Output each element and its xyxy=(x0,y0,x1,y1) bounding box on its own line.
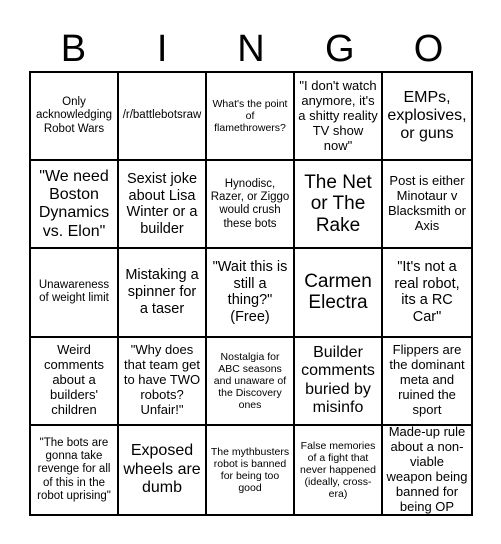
cell-text: The mythbusters robot is banned for bein… xyxy=(210,445,290,494)
bingo-card-grid: Only acknowledging Robot Wars /r/battleb… xyxy=(29,71,473,516)
bingo-cell-o3[interactable]: "It's not a real robot, its a RC Car" xyxy=(383,249,471,338)
bingo-cell-o2[interactable]: Post is either Minotaur v Blacksmith or … xyxy=(383,161,471,250)
bingo-cell-b3[interactable]: Unawareness of weight limit xyxy=(31,249,119,338)
header-letter-o: O xyxy=(413,28,444,70)
bingo-cell-i2[interactable]: Sexist joke about Lisa Winter or a build… xyxy=(119,161,207,250)
cell-text: Made-up rule about a non-viable weapon b… xyxy=(386,425,468,514)
cell-text: Carmen Electra xyxy=(304,270,372,314)
bingo-cell-g5[interactable]: False memories of a fight that never hap… xyxy=(295,425,383,514)
bingo-cell-o1[interactable]: EMPs, explosives, or guns xyxy=(383,73,471,162)
bingo-cell-o4[interactable]: Flippers are the dominant meta and ruine… xyxy=(383,338,471,426)
bingo-cell-g4[interactable]: Builder comments buried by misinfo xyxy=(295,337,383,426)
cell-text: Builder comments buried by misinfo xyxy=(301,343,375,417)
cell-text: The Net or The Rake xyxy=(304,171,372,237)
bingo-cell-o5[interactable]: Made-up rule about a non-viable weapon b… xyxy=(383,426,471,514)
header-letter-i: I xyxy=(156,28,168,70)
cell-text: "Why does that team get to have TWO robo… xyxy=(123,342,201,418)
bingo-cell-free[interactable]: "Wait this is still a thing?" (Free) xyxy=(207,249,295,338)
cell-text: Nostalgia for ABC seasons and unaware of… xyxy=(213,350,287,411)
bingo-cell-n2[interactable]: Hynodisc, Razer, or Ziggo would crush th… xyxy=(207,161,295,250)
cell-text: "The bots are gonna take revenge for all… xyxy=(37,436,111,502)
bingo-header: B I N G O xyxy=(29,26,473,72)
bingo-cell-g1[interactable]: "I don't watch anymore, it's a shitty re… xyxy=(295,73,383,162)
bingo-cell-b1[interactable]: Only acknowledging Robot Wars xyxy=(31,73,119,162)
bingo-cell-b4[interactable]: Weird comments about a builders' childre… xyxy=(31,337,119,426)
cell-text: False memories of a fight that never hap… xyxy=(300,439,376,500)
bingo-cell-i5[interactable]: Exposed wheels are dumb xyxy=(119,425,207,514)
cell-text: /r/battlebotsraw xyxy=(122,109,202,122)
cell-text: Only acknowledging Robot Wars xyxy=(35,96,113,135)
bingo-cell-n5[interactable]: The mythbusters robot is banned for bein… xyxy=(207,425,295,514)
bingo-cell-n1[interactable]: What's the point of flamethrowers? xyxy=(207,73,295,162)
cell-text: Hynodisc, Razer, or Ziggo would crush th… xyxy=(210,177,290,230)
bingo-cell-n4[interactable]: Nostalgia for ABC seasons and unaware of… xyxy=(207,337,295,426)
cell-text: "Wait this is still a thing?" (Free) xyxy=(212,259,288,326)
bingo-cell-i1[interactable]: /r/battlebotsraw xyxy=(119,73,207,162)
cell-text: Weird comments about a builders' childre… xyxy=(44,342,104,418)
cell-text: "It's not a real robot, its a RC Car" xyxy=(394,259,460,326)
header-letter-b: B xyxy=(60,28,87,70)
bingo-cell-i4[interactable]: "Why does that team get to have TWO robo… xyxy=(119,337,207,426)
cell-text: Sexist joke about Lisa Winter or a build… xyxy=(126,170,198,237)
cell-text: Mistaking a spinner for a taser xyxy=(125,267,199,317)
bingo-cell-i3[interactable]: Mistaking a spinner for a taser xyxy=(119,249,207,338)
header-letter-n: N xyxy=(237,28,265,70)
header-letter-g: G xyxy=(325,28,355,70)
cell-text: Unawareness of weight limit xyxy=(38,279,110,305)
bingo-cell-g2[interactable]: The Net or The Rake xyxy=(295,161,383,250)
bingo-cell-b2[interactable]: "We need Boston Dynamics vs. Elon" xyxy=(31,161,119,250)
cell-text: Post is either Minotaur v Blacksmith or … xyxy=(387,173,467,234)
cell-text: Flippers are the dominant meta and ruine… xyxy=(389,342,465,418)
bingo-cell-g3[interactable]: Carmen Electra xyxy=(295,249,383,338)
cell-text: "We need Boston Dynamics vs. Elon" xyxy=(38,167,110,240)
bingo-cell-b5[interactable]: "The bots are gonna take revenge for all… xyxy=(31,425,119,514)
cell-text: Exposed wheels are dumb xyxy=(123,442,201,497)
cell-text: What's the point of flamethrowers? xyxy=(212,98,288,135)
cell-text: "I don't watch anymore, it's a shitty re… xyxy=(298,77,378,153)
cell-text: EMPs, explosives, or guns xyxy=(387,88,467,143)
